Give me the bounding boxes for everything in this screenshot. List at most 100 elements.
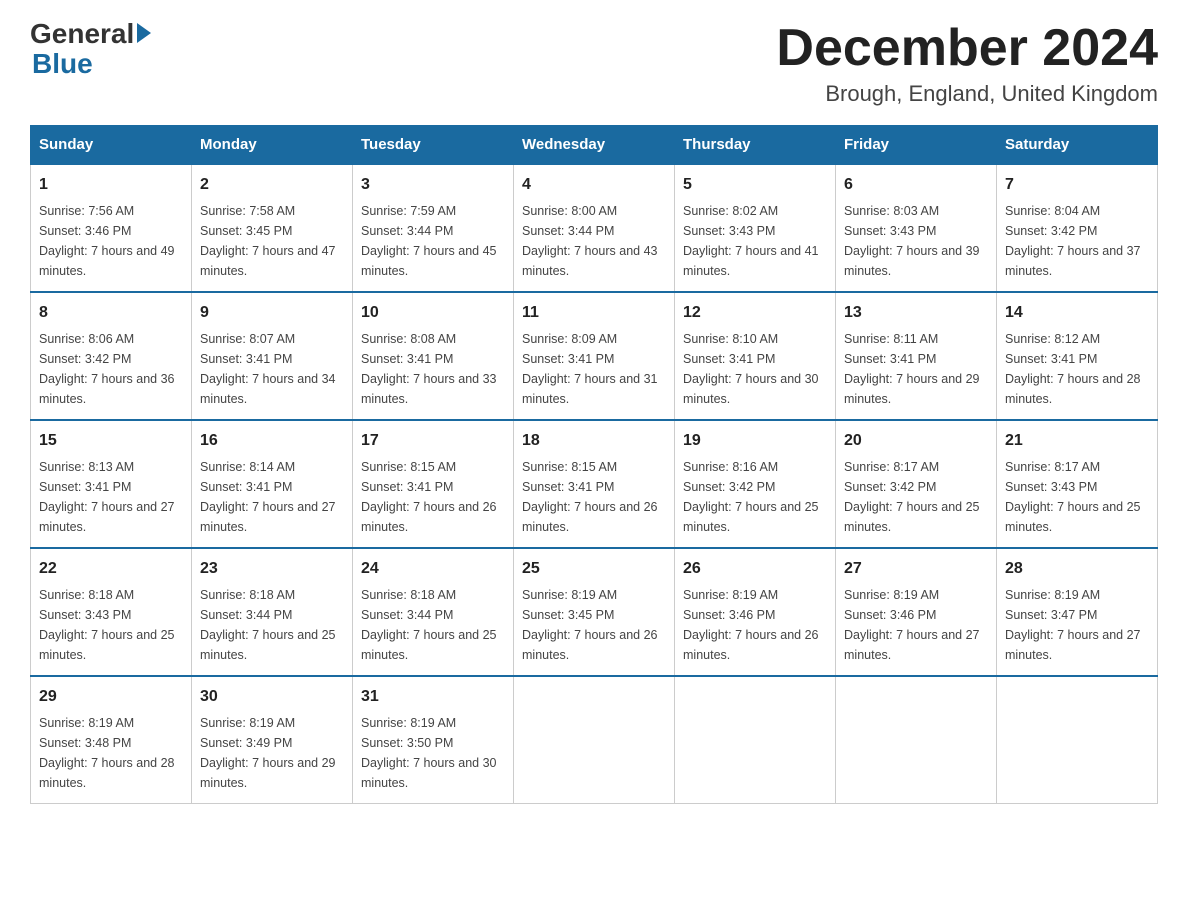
day-number: 14 <box>1005 301 1149 325</box>
table-row: 7 Sunrise: 8:04 AM Sunset: 3:42 PM Dayli… <box>997 164 1158 292</box>
day-info: Sunrise: 8:11 AM Sunset: 3:41 PM Dayligh… <box>844 329 988 409</box>
table-row: 14 Sunrise: 8:12 AM Sunset: 3:41 PM Dayl… <box>997 292 1158 420</box>
table-row: 4 Sunrise: 8:00 AM Sunset: 3:44 PM Dayli… <box>514 164 675 292</box>
day-number: 5 <box>683 173 827 197</box>
title-section: December 2024 Brough, England, United Ki… <box>776 20 1158 107</box>
col-sunday: Sunday <box>31 126 192 165</box>
day-number: 24 <box>361 557 505 581</box>
day-info: Sunrise: 8:08 AM Sunset: 3:41 PM Dayligh… <box>361 329 505 409</box>
table-row: 11 Sunrise: 8:09 AM Sunset: 3:41 PM Dayl… <box>514 292 675 420</box>
col-wednesday: Wednesday <box>514 126 675 165</box>
table-row: 9 Sunrise: 8:07 AM Sunset: 3:41 PM Dayli… <box>192 292 353 420</box>
col-friday: Friday <box>836 126 997 165</box>
day-number: 17 <box>361 429 505 453</box>
day-info: Sunrise: 8:19 AM Sunset: 3:49 PM Dayligh… <box>200 713 344 793</box>
calendar-week-4: 22 Sunrise: 8:18 AM Sunset: 3:43 PM Dayl… <box>31 548 1158 676</box>
table-row: 2 Sunrise: 7:58 AM Sunset: 3:45 PM Dayli… <box>192 164 353 292</box>
day-info: Sunrise: 8:17 AM Sunset: 3:42 PM Dayligh… <box>844 457 988 537</box>
day-number: 6 <box>844 173 988 197</box>
table-row: 1 Sunrise: 7:56 AM Sunset: 3:46 PM Dayli… <box>31 164 192 292</box>
day-number: 13 <box>844 301 988 325</box>
table-row: 24 Sunrise: 8:18 AM Sunset: 3:44 PM Dayl… <box>353 548 514 676</box>
day-info: Sunrise: 8:19 AM Sunset: 3:47 PM Dayligh… <box>1005 585 1149 665</box>
day-info: Sunrise: 8:12 AM Sunset: 3:41 PM Dayligh… <box>1005 329 1149 409</box>
table-row: 25 Sunrise: 8:19 AM Sunset: 3:45 PM Dayl… <box>514 548 675 676</box>
day-number: 15 <box>39 429 183 453</box>
day-number: 4 <box>522 173 666 197</box>
location-title: Brough, England, United Kingdom <box>776 81 1158 107</box>
col-tuesday: Tuesday <box>353 126 514 165</box>
table-row <box>836 676 997 804</box>
day-number: 30 <box>200 685 344 709</box>
col-monday: Monday <box>192 126 353 165</box>
day-info: Sunrise: 8:10 AM Sunset: 3:41 PM Dayligh… <box>683 329 827 409</box>
day-info: Sunrise: 8:19 AM Sunset: 3:46 PM Dayligh… <box>683 585 827 665</box>
day-number: 27 <box>844 557 988 581</box>
day-number: 23 <box>200 557 344 581</box>
month-title: December 2024 <box>776 20 1158 77</box>
day-number: 2 <box>200 173 344 197</box>
table-row: 18 Sunrise: 8:15 AM Sunset: 3:41 PM Dayl… <box>514 420 675 548</box>
day-number: 3 <box>361 173 505 197</box>
day-number: 18 <box>522 429 666 453</box>
table-row: 15 Sunrise: 8:13 AM Sunset: 3:41 PM Dayl… <box>31 420 192 548</box>
calendar-header-row: Sunday Monday Tuesday Wednesday Thursday… <box>31 126 1158 165</box>
table-row: 3 Sunrise: 7:59 AM Sunset: 3:44 PM Dayli… <box>353 164 514 292</box>
day-info: Sunrise: 8:14 AM Sunset: 3:41 PM Dayligh… <box>200 457 344 537</box>
day-number: 21 <box>1005 429 1149 453</box>
day-info: Sunrise: 8:00 AM Sunset: 3:44 PM Dayligh… <box>522 201 666 281</box>
table-row: 13 Sunrise: 8:11 AM Sunset: 3:41 PM Dayl… <box>836 292 997 420</box>
table-row: 21 Sunrise: 8:17 AM Sunset: 3:43 PM Dayl… <box>997 420 1158 548</box>
day-info: Sunrise: 7:59 AM Sunset: 3:44 PM Dayligh… <box>361 201 505 281</box>
day-number: 31 <box>361 685 505 709</box>
table-row: 30 Sunrise: 8:19 AM Sunset: 3:49 PM Dayl… <box>192 676 353 804</box>
day-info: Sunrise: 8:17 AM Sunset: 3:43 PM Dayligh… <box>1005 457 1149 537</box>
calendar-week-2: 8 Sunrise: 8:06 AM Sunset: 3:42 PM Dayli… <box>31 292 1158 420</box>
table-row: 12 Sunrise: 8:10 AM Sunset: 3:41 PM Dayl… <box>675 292 836 420</box>
day-info: Sunrise: 8:06 AM Sunset: 3:42 PM Dayligh… <box>39 329 183 409</box>
col-saturday: Saturday <box>997 126 1158 165</box>
table-row: 19 Sunrise: 8:16 AM Sunset: 3:42 PM Dayl… <box>675 420 836 548</box>
table-row: 31 Sunrise: 8:19 AM Sunset: 3:50 PM Dayl… <box>353 676 514 804</box>
table-row <box>997 676 1158 804</box>
table-row <box>514 676 675 804</box>
day-number: 26 <box>683 557 827 581</box>
calendar-week-3: 15 Sunrise: 8:13 AM Sunset: 3:41 PM Dayl… <box>31 420 1158 548</box>
day-number: 25 <box>522 557 666 581</box>
day-info: Sunrise: 8:18 AM Sunset: 3:44 PM Dayligh… <box>200 585 344 665</box>
day-info: Sunrise: 8:18 AM Sunset: 3:44 PM Dayligh… <box>361 585 505 665</box>
table-row: 6 Sunrise: 8:03 AM Sunset: 3:43 PM Dayli… <box>836 164 997 292</box>
day-info: Sunrise: 8:18 AM Sunset: 3:43 PM Dayligh… <box>39 585 183 665</box>
table-row: 17 Sunrise: 8:15 AM Sunset: 3:41 PM Dayl… <box>353 420 514 548</box>
day-info: Sunrise: 8:13 AM Sunset: 3:41 PM Dayligh… <box>39 457 183 537</box>
logo-arrow-icon <box>137 23 151 43</box>
table-row: 26 Sunrise: 8:19 AM Sunset: 3:46 PM Dayl… <box>675 548 836 676</box>
day-info: Sunrise: 8:15 AM Sunset: 3:41 PM Dayligh… <box>361 457 505 537</box>
day-number: 7 <box>1005 173 1149 197</box>
table-row: 28 Sunrise: 8:19 AM Sunset: 3:47 PM Dayl… <box>997 548 1158 676</box>
calendar-week-5: 29 Sunrise: 8:19 AM Sunset: 3:48 PM Dayl… <box>31 676 1158 804</box>
day-info: Sunrise: 8:04 AM Sunset: 3:42 PM Dayligh… <box>1005 201 1149 281</box>
day-info: Sunrise: 7:56 AM Sunset: 3:46 PM Dayligh… <box>39 201 183 281</box>
day-number: 29 <box>39 685 183 709</box>
day-info: Sunrise: 8:15 AM Sunset: 3:41 PM Dayligh… <box>522 457 666 537</box>
logo: General Blue <box>30 20 151 78</box>
table-row: 10 Sunrise: 8:08 AM Sunset: 3:41 PM Dayl… <box>353 292 514 420</box>
day-info: Sunrise: 8:09 AM Sunset: 3:41 PM Dayligh… <box>522 329 666 409</box>
table-row: 22 Sunrise: 8:18 AM Sunset: 3:43 PM Dayl… <box>31 548 192 676</box>
logo-general-text: General <box>30 20 151 48</box>
day-number: 1 <box>39 173 183 197</box>
calendar-table: Sunday Monday Tuesday Wednesday Thursday… <box>30 125 1158 804</box>
day-info: Sunrise: 7:58 AM Sunset: 3:45 PM Dayligh… <box>200 201 344 281</box>
col-thursday: Thursday <box>675 126 836 165</box>
day-number: 9 <box>200 301 344 325</box>
day-info: Sunrise: 8:03 AM Sunset: 3:43 PM Dayligh… <box>844 201 988 281</box>
day-number: 22 <box>39 557 183 581</box>
table-row: 8 Sunrise: 8:06 AM Sunset: 3:42 PM Dayli… <box>31 292 192 420</box>
table-row: 20 Sunrise: 8:17 AM Sunset: 3:42 PM Dayl… <box>836 420 997 548</box>
day-info: Sunrise: 8:19 AM Sunset: 3:48 PM Dayligh… <box>39 713 183 793</box>
page-header: General Blue December 2024 Brough, Engla… <box>30 20 1158 107</box>
day-number: 19 <box>683 429 827 453</box>
table-row: 16 Sunrise: 8:14 AM Sunset: 3:41 PM Dayl… <box>192 420 353 548</box>
day-number: 28 <box>1005 557 1149 581</box>
